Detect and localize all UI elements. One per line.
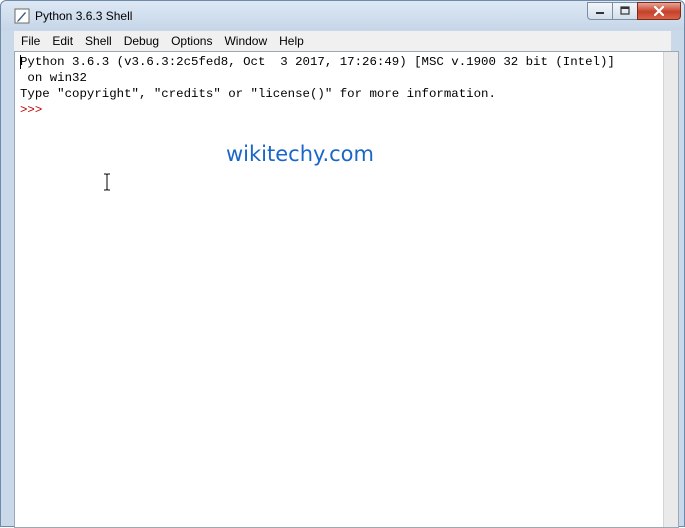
python-feather-icon bbox=[14, 8, 30, 24]
menu-debug[interactable]: Debug bbox=[118, 31, 165, 51]
maximize-button[interactable] bbox=[612, 2, 638, 20]
menu-help[interactable]: Help bbox=[273, 31, 310, 51]
text-caret bbox=[20, 55, 21, 69]
ibeam-cursor-icon bbox=[104, 173, 110, 191]
shell-text-area[interactable]: Python 3.6.3 (v3.6.3:2c5fed8, Oct 3 2017… bbox=[14, 51, 679, 528]
menu-window[interactable]: Window bbox=[218, 31, 273, 51]
banner-line-1: Python 3.6.3 (v3.6.3:2c5fed8, Oct 3 2017… bbox=[20, 55, 615, 69]
shell-output: Python 3.6.3 (v3.6.3:2c5fed8, Oct 3 2017… bbox=[20, 54, 615, 118]
close-icon bbox=[653, 5, 665, 17]
banner-line-2: on win32 bbox=[20, 71, 87, 85]
idle-shell-window: Python 3.6.3 Shell File Edit Shell Debug… bbox=[0, 0, 685, 528]
window-title: Python 3.6.3 Shell bbox=[35, 9, 133, 23]
menu-options[interactable]: Options bbox=[165, 31, 218, 51]
menu-shell[interactable]: Shell bbox=[79, 31, 118, 51]
minimize-icon bbox=[596, 12, 604, 14]
maximize-icon bbox=[620, 6, 630, 15]
shell-prompt: >>> bbox=[20, 103, 50, 117]
banner-line-3: Type "copyright", "credits" or "license(… bbox=[20, 87, 496, 101]
vertical-scrollbar[interactable] bbox=[663, 52, 678, 527]
title-bar[interactable]: Python 3.6.3 Shell bbox=[1, 1, 684, 30]
watermark-text: wikitechy.com bbox=[226, 142, 374, 166]
minimize-button[interactable] bbox=[587, 2, 613, 20]
menu-edit[interactable]: Edit bbox=[46, 31, 79, 51]
menu-bar: File Edit Shell Debug Options Window Hel… bbox=[14, 31, 671, 51]
close-button[interactable] bbox=[637, 2, 681, 20]
menu-file[interactable]: File bbox=[14, 31, 46, 51]
